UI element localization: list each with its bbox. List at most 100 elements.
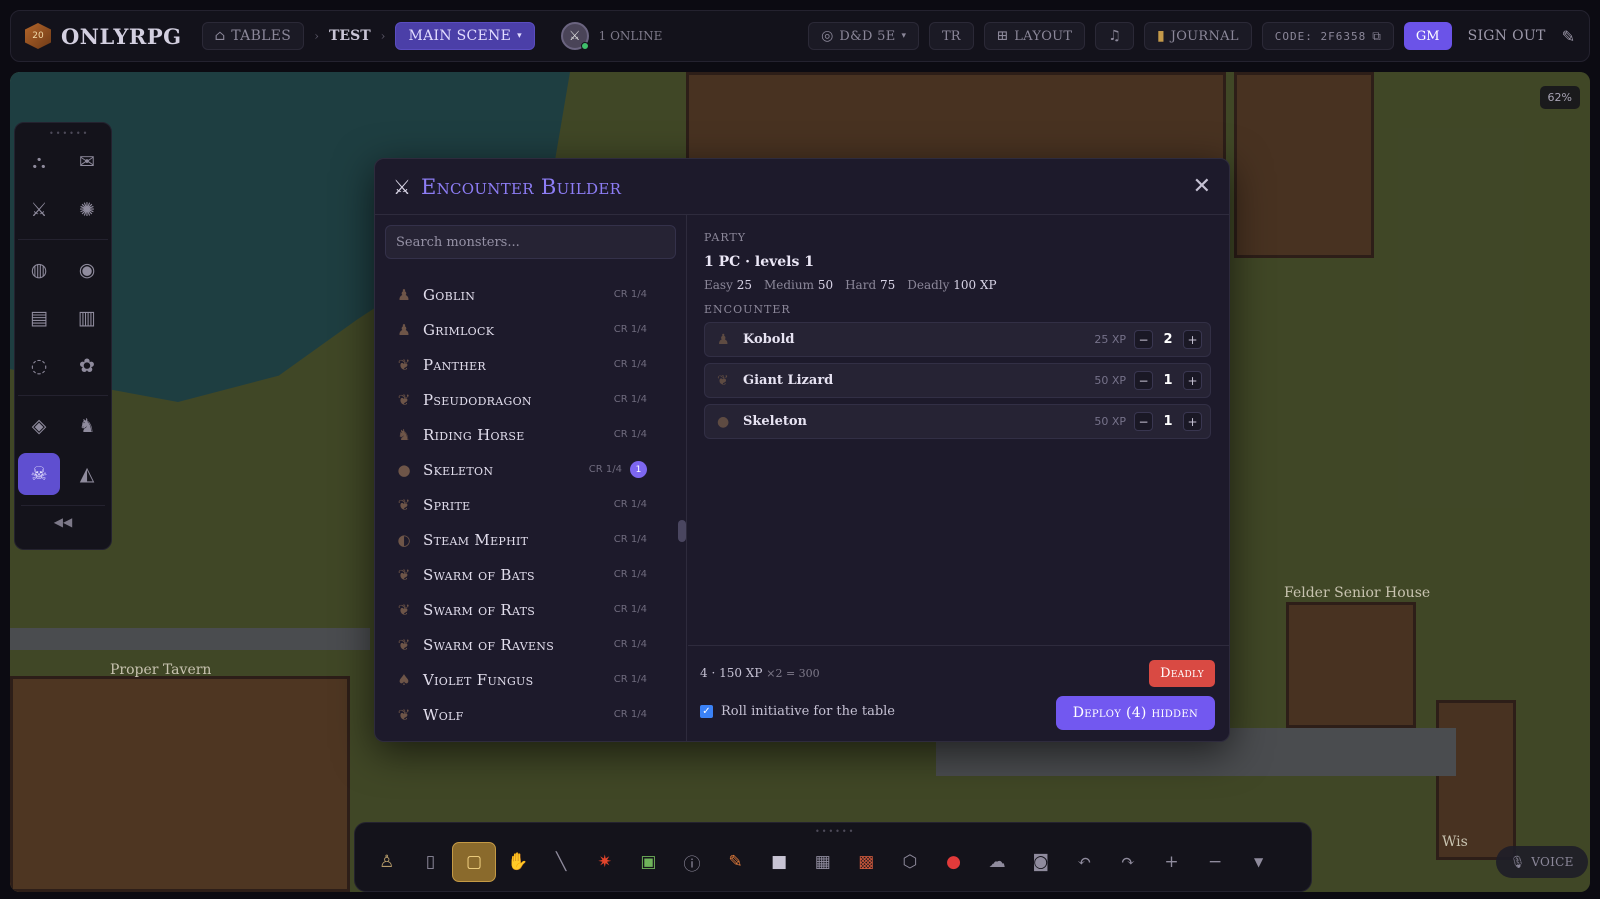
zoom-in-icon[interactable]: + <box>1150 842 1194 882</box>
pencil-icon[interactable]: ✎ <box>714 842 758 882</box>
monster-portrait-icon: ♟ <box>397 285 411 304</box>
tables-button[interactable]: ⌂ TABLES <box>201 22 305 50</box>
deploy-hidden-button[interactable]: Deploy (4) hidden <box>1055 696 1215 730</box>
map-tool-icon[interactable]: ⛬ <box>18 141 60 183</box>
document-tool-icon[interactable]: ▥ <box>66 297 108 339</box>
monster-row-pseudodragon[interactable]: ❦ Pseudodragon CR 1/4 <box>375 382 675 417</box>
language-button[interactable]: TR <box>929 22 974 50</box>
character-icon[interactable]: ♙ <box>365 842 409 882</box>
brain-tool-icon[interactable]: ✺ <box>66 189 108 231</box>
collapse-toolbar-icon[interactable]: ▼ <box>1237 842 1281 882</box>
polygon-icon[interactable]: ⬡ <box>888 842 932 882</box>
roll-initiative-option[interactable]: ✓ Roll initiative for the table <box>700 704 895 719</box>
drag-handle[interactable]: •••••• <box>815 827 855 836</box>
token-toolbox: •••••• ⛬ ✉ ⚔ ✺ ◍ ◉ ▤ ▥ ◌ ✿ ◈ ♞ ☠ ◭ ◀◀ <box>14 122 112 550</box>
globe-tool-icon[interactable]: ◍ <box>18 249 60 291</box>
decrement-button[interactable]: − <box>1134 330 1153 349</box>
caret-down-icon: ▾ <box>517 31 522 41</box>
drag-handle[interactable]: •••••• <box>49 129 89 138</box>
user-avatar[interactable]: ⚔ <box>560 22 589 50</box>
spell-effect-icon[interactable]: ✷ <box>583 842 627 882</box>
monster-portrait-icon: ❦ <box>397 705 411 724</box>
monster-row-swarm-of-ravens[interactable]: ❦ Swarm of Ravens CR 1/4 <box>375 627 675 662</box>
monster-portrait-icon: ♟ <box>397 320 411 339</box>
monster-name: Swarm of Bats <box>423 565 535 584</box>
game-system-selector[interactable]: ◎ D&D 5E ▾ <box>808 22 920 50</box>
close-icon[interactable]: ✕ <box>1193 174 1211 199</box>
monster-row-goblin[interactable]: ♟ Goblin CR 1/4 <box>375 277 675 312</box>
monster-list-scrollbar[interactable] <box>678 520 686 542</box>
zoom-level[interactable]: 62% <box>1539 86 1580 109</box>
monster-portrait-icon: ❦ <box>397 495 411 514</box>
ruler-icon[interactable]: ╲ <box>539 842 583 882</box>
breadcrumb-table[interactable]: TEST <box>329 28 371 44</box>
clipboard-icon[interactable]: ▯ <box>409 842 453 882</box>
monster-row-grimlock[interactable]: ♟ Grimlock CR 1/4 <box>375 312 675 347</box>
home-icon: ⌂ <box>214 28 226 44</box>
party-label: PARTY <box>704 231 747 244</box>
scroll-tool-icon[interactable]: ✉ <box>66 141 108 183</box>
square-shape-icon[interactable]: ■ <box>757 842 801 882</box>
collapse-toolbox-button[interactable]: ◀◀ <box>21 505 105 537</box>
redo-icon[interactable]: ↷ <box>1106 842 1150 882</box>
monster-row-riding-horse[interactable]: ♞ Riding Horse CR 1/4 <box>375 417 675 452</box>
spiral-tool-icon[interactable]: ◌ <box>18 345 60 387</box>
beast-tool-icon[interactable]: ♞ <box>66 405 108 447</box>
decrement-button[interactable]: − <box>1134 412 1153 431</box>
decrement-button[interactable]: − <box>1134 371 1153 390</box>
search-monsters-input[interactable] <box>385 225 676 259</box>
monster-row-panther[interactable]: ❦ Panther CR 1/4 <box>375 347 675 382</box>
monster-name: Goblin <box>423 285 476 304</box>
monster-row-skeleton[interactable]: ● Skeleton CR 1/4 1 <box>375 452 675 487</box>
increment-button[interactable]: + <box>1183 330 1202 349</box>
microphone-icon: 🎙 <box>1510 855 1526 869</box>
gm-badge[interactable]: GM <box>1403 22 1452 50</box>
skull-tool-icon[interactable]: ☠ <box>18 453 60 495</box>
select-rectangle-icon[interactable]: ▢ <box>452 842 496 882</box>
journal-button[interactable]: ▮ JOURNAL <box>1143 22 1252 50</box>
pan-hand-icon[interactable]: ✋ <box>496 842 540 882</box>
monster-portrait-icon: ♟ <box>717 331 730 348</box>
combat-tool-icon[interactable]: ⚔ <box>18 189 60 231</box>
monster-row-violet-fungus[interactable]: ♠ Violet Fungus CR 1/4 <box>375 662 675 697</box>
monster-cr: CR 1/4 <box>588 464 622 475</box>
music-button[interactable]: ♫ <box>1095 22 1134 50</box>
grid-icon[interactable]: ▦ <box>801 842 845 882</box>
undo-icon[interactable]: ↶ <box>1063 842 1107 882</box>
voice-chat-button[interactable]: 🎙 VOICE <box>1496 846 1588 878</box>
scene-selector[interactable]: MAIN SCENE ▾ <box>395 22 535 50</box>
info-icon[interactable]: ⓘ <box>670 842 714 882</box>
room-code-button[interactable]: CODE: 2F6358 ⧉ <box>1261 22 1394 50</box>
monster-cr: CR 1/4 <box>613 604 647 615</box>
wall-icon[interactable]: ▩ <box>845 842 889 882</box>
monster-row-swarm-of-rats[interactable]: ❦ Swarm of Rats CR 1/4 <box>375 592 675 627</box>
layout-button[interactable]: ⊞ LAYOUT <box>983 22 1086 50</box>
quill-icon[interactable]: ✎ <box>1562 27 1575 46</box>
monster-row-swarm-of-bats[interactable]: ❦ Swarm of Bats CR 1/4 <box>375 557 675 592</box>
monster-row-wolf[interactable]: ❦ Wolf CR 1/4 <box>375 697 675 732</box>
encounter-quantity: 1 <box>1163 373 1173 388</box>
monster-portrait-icon: ● <box>717 413 730 430</box>
crossed-swords-icon: ⚔ <box>393 174 411 199</box>
monster-row-sprite[interactable]: ❦ Sprite CR 1/4 <box>375 487 675 522</box>
target-tool-icon[interactable]: ◈ <box>18 405 60 447</box>
increment-button[interactable]: + <box>1183 371 1202 390</box>
online-count: 1 ONLINE <box>598 29 663 43</box>
increment-button[interactable]: + <box>1183 412 1202 431</box>
roll-initiative-label: Roll initiative for the table <box>721 704 895 719</box>
difficulty-badge: Deadly <box>1149 660 1215 687</box>
map-pin-icon[interactable]: ● <box>932 842 976 882</box>
camera-icon[interactable]: ◙ <box>1019 842 1063 882</box>
compass-tool-icon[interactable]: ◉ <box>66 249 108 291</box>
crossed-swords-icon: ⚔ <box>568 28 581 44</box>
roll-initiative-checkbox[interactable]: ✓ <box>700 705 713 718</box>
sign-out-button[interactable]: SIGN OUT <box>1468 28 1546 44</box>
image-icon[interactable]: ▣ <box>627 842 671 882</box>
fog-cloud-icon[interactable]: ☁ <box>975 842 1019 882</box>
notes-tool-icon[interactable]: ▤ <box>18 297 60 339</box>
zoom-out-icon[interactable]: − <box>1193 842 1237 882</box>
monster-row-steam-mephit[interactable]: ◐ Steam Mephit CR 1/4 <box>375 522 675 557</box>
wizard-hat-tool-icon[interactable]: ◭ <box>66 453 108 495</box>
palette-tool-icon[interactable]: ✿ <box>66 345 108 387</box>
d20-logo-icon: 20 <box>25 23 51 49</box>
